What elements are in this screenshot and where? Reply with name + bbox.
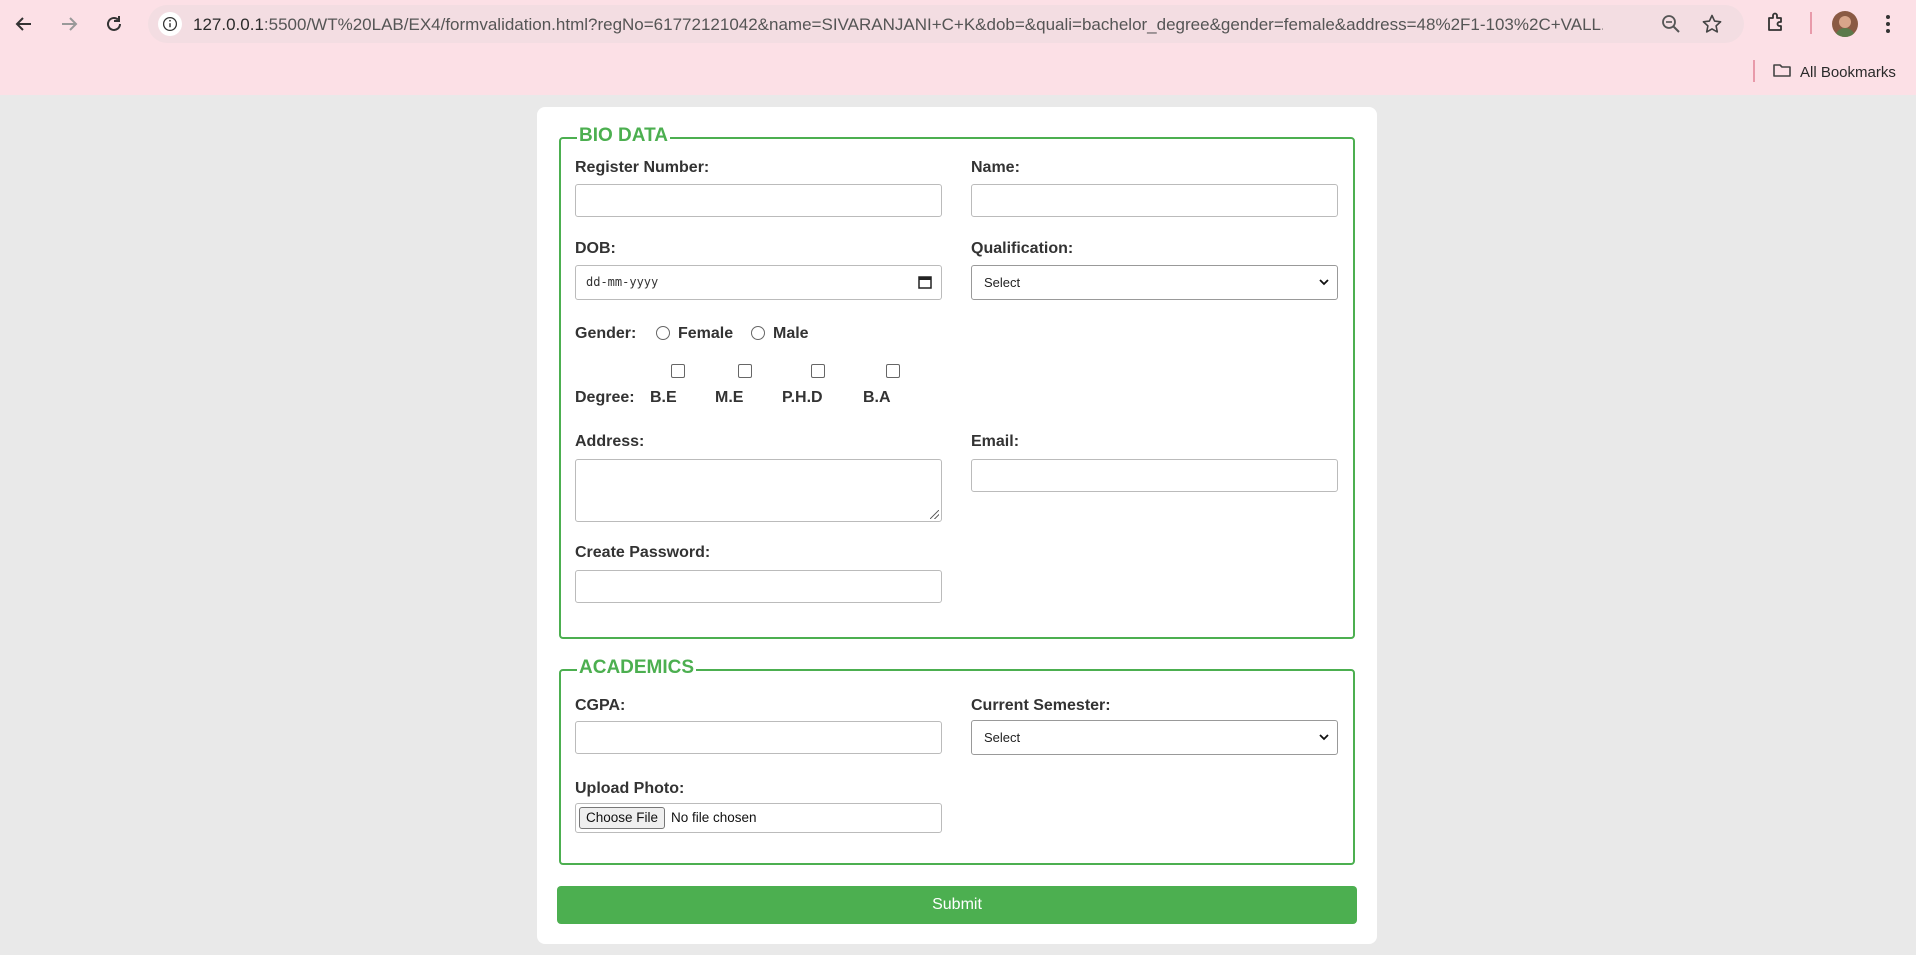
resize-grip-icon[interactable] (930, 510, 939, 519)
site-info-icon[interactable] (158, 12, 182, 36)
dob-input[interactable]: dd-mm-yyyy (575, 265, 942, 300)
cgpa-label: CGPA: (575, 697, 626, 714)
qualification-selected: Select (984, 275, 1021, 290)
degree-be-label: B.E (650, 389, 677, 406)
folder-icon (1772, 60, 1792, 84)
degree-label: Degree: (575, 389, 635, 406)
academics-legend: ACADEMICS (577, 657, 697, 679)
biodata-legend: BIO DATA (577, 125, 671, 147)
choose-file-button[interactable]: Choose File (579, 807, 666, 829)
qualification-label: Qualification: (971, 240, 1074, 257)
zoom-icon[interactable] (1660, 13, 1682, 40)
gender-male-label: Male (773, 325, 809, 342)
create-password-input[interactable] (575, 570, 942, 603)
address-textarea[interactable] (575, 459, 942, 522)
url-text: 127.0.0.1:5500/WT%20LAB/EX4/formvalidati… (193, 15, 1603, 34)
name-label: Name: (971, 159, 1020, 176)
email-input[interactable] (971, 459, 1338, 492)
register-number-input[interactable] (575, 184, 942, 217)
address-bar[interactable]: 127.0.0.1:5500/WT%20LAB/EX4/formvalidati… (148, 5, 1744, 43)
degree-ba-label: B.A (863, 389, 891, 406)
name-input[interactable] (971, 184, 1338, 217)
profile-avatar[interactable] (1832, 11, 1858, 37)
extensions-icon[interactable] (1764, 10, 1788, 39)
current-semester-select[interactable]: Select (971, 720, 1338, 755)
qualification-select[interactable]: Select (971, 265, 1338, 300)
gender-female-label: Female (678, 325, 734, 342)
reload-icon[interactable] (98, 8, 130, 40)
degree-ba-checkbox[interactable] (886, 364, 900, 378)
gender-female-radio[interactable] (656, 326, 670, 340)
degree-phd-label: P.H.D (782, 389, 823, 406)
academics-fieldset: ACADEMICS CGPA: Current Semester: Select… (559, 657, 1355, 865)
no-file-chosen-text: No file chosen (671, 810, 757, 825)
submit-button[interactable]: Submit (557, 886, 1357, 924)
dob-placeholder: dd-mm-yyyy (586, 275, 659, 289)
biodata-fieldset: BIO DATA Register Number: Name: DOB: dd-… (559, 125, 1355, 639)
degree-phd-checkbox[interactable] (811, 364, 825, 378)
toolbar-divider (1810, 12, 1812, 34)
calendar-icon[interactable] (918, 275, 932, 289)
current-semester-selected: Select (984, 730, 1021, 745)
form-card: BIO DATA Register Number: Name: DOB: dd-… (537, 107, 1377, 944)
chevron-down-icon (1319, 279, 1329, 286)
degree-me-label: M.E (715, 389, 744, 406)
all-bookmarks-label: All Bookmarks (1800, 63, 1896, 81)
degree-me-checkbox[interactable] (738, 364, 752, 378)
create-password-label: Create Password: (575, 544, 711, 561)
cgpa-input[interactable] (575, 721, 942, 754)
kebab-menu-icon[interactable] (1878, 12, 1898, 41)
gender-male-radio[interactable] (751, 326, 765, 340)
address-label: Address: (575, 433, 645, 450)
current-semester-label: Current Semester: (971, 697, 1111, 714)
upload-photo-label: Upload Photo: (575, 780, 685, 797)
degree-be-checkbox[interactable] (671, 364, 685, 378)
register-number-label: Register Number: (575, 159, 710, 176)
forward-icon[interactable] (53, 8, 85, 40)
back-icon[interactable] (8, 8, 40, 40)
star-icon[interactable] (1701, 13, 1723, 40)
browser-toolbar: 127.0.0.1:5500/WT%20LAB/EX4/formvalidati… (0, 0, 1916, 95)
gender-label: Gender: (575, 325, 637, 342)
email-label: Email: (971, 433, 1020, 450)
all-bookmarks-button[interactable]: All Bookmarks (1772, 60, 1896, 84)
dob-label: DOB: (575, 240, 616, 257)
bookmarks-divider (1753, 60, 1755, 82)
upload-photo-input[interactable]: Choose File No file chosen (575, 803, 942, 833)
chevron-down-icon (1319, 734, 1329, 741)
